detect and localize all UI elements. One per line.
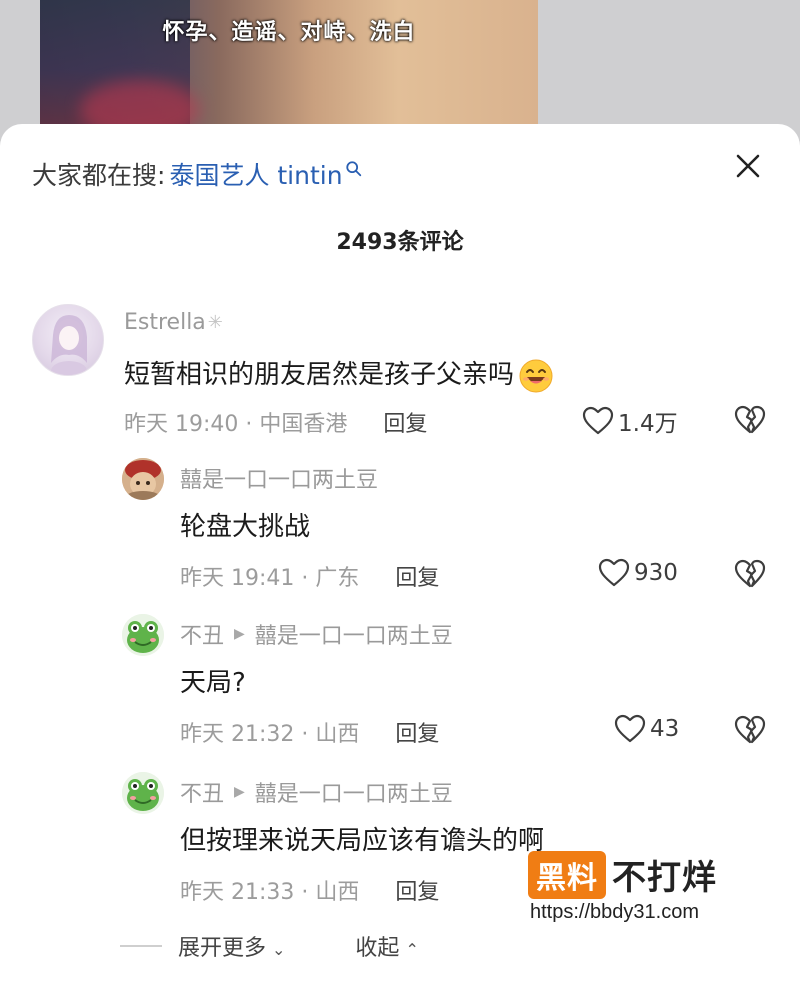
reply-arrow-icon: ▶ [234,626,245,642]
comment-item: Estrella ✳ 短暂相识的朋友居然是孩子父亲吗 昨天 19:40 · 中国… [0,304,800,454]
comment-time-location: 昨天 21:33 · 山西 [180,880,360,905]
like-count: 930 [634,560,678,586]
comment-meta: 昨天 19:41 · 广东 回复 [180,560,439,592]
like-button[interactable]: 43 [614,714,679,744]
comment-count: 2493条评论 [336,230,464,255]
avatar[interactable] [122,614,164,656]
chevron-up-icon: ⌃ [405,940,419,959]
reply-arrow-icon: ▶ [234,784,245,800]
like-button[interactable]: 1.4万 [582,404,678,438]
expand-more-button[interactable]: 展开更多 ⌄ [178,930,285,962]
broken-heart-icon[interactable] [734,404,766,436]
like-button[interactable]: 930 [598,558,678,588]
like-count: 1.4万 [618,411,678,437]
broken-heart-icon[interactable] [734,558,766,590]
heart-icon [598,558,630,587]
chevron-down-icon: ⌄ [272,940,286,959]
video-area: 怀孕、造谣、对峙、洗白 [0,0,800,140]
comment-time-location: 昨天 21:32 · 山西 [180,722,360,747]
trending-search-term[interactable]: 泰国艺人 tintin [169,156,342,192]
watermark-logo: 黑料 不打烊 [528,850,717,899]
search-icon [345,161,361,177]
comment-meta: 昨天 19:40 · 中国香港 回复 [124,406,427,438]
trending-search-prefix: 大家都在搜: [32,161,166,190]
like-count: 43 [650,716,680,742]
watermark-badge: 黑料 [528,850,606,899]
broken-heart-icon[interactable] [734,714,766,746]
comment-author[interactable]: 不丑 ▶ 囍是一口一口两土豆 [180,776,453,808]
avatar-illustration [51,315,87,375]
watermark: 黑料 不打烊 https://bbdy31.com [528,850,717,924]
comment-author[interactable]: Estrella ✳ [124,310,223,335]
reply-to-name: 囍是一口一口两土豆 [254,624,453,649]
divider-dash [120,945,162,947]
reply-button[interactable]: 回复 [395,716,439,748]
comment-time-location: 昨天 19:40 · 中国香港 [124,412,348,437]
watermark-url: https://bbdy31.com [530,901,699,923]
reply-button[interactable]: 回复 [395,874,439,906]
frog-avatar-illustration [122,614,164,656]
sparkle-icon: ✳ [207,312,223,333]
collapse-button[interactable]: 收起 ⌃ [355,930,418,962]
comment-author[interactable]: 囍是一口一口两土豆 [180,462,378,494]
reply-item: 囍是一口一口两土豆 轮盘大挑战 昨天 19:41 · 广东 回复 930 [0,458,800,598]
close-button[interactable] [730,148,766,184]
avatar-illustration [122,458,164,500]
avatar[interactable] [32,304,104,376]
expand-more-label: 展开更多 [178,936,267,961]
comment-meta: 昨天 21:32 · 山西 回复 [180,716,439,748]
comment-meta: 昨天 21:33 · 山西 回复 [180,874,439,906]
comment-time-location: 昨天 19:41 · 广东 [180,566,360,591]
video-player[interactable]: 怀孕、造谣、对峙、洗白 [40,0,538,140]
author-name: 不丑 [180,782,225,807]
reply-button[interactable]: 回复 [383,406,427,438]
comment-text: 短暂相识的朋友居然是孩子父亲吗 [124,354,554,394]
avatar[interactable] [122,458,164,500]
reply-item: 不丑 ▶ 囍是一口一口两土豆 天局? 昨天 21:32 · 山西 回复 43 [0,614,800,754]
reply-to-name: 囍是一口一口两土豆 [254,782,453,807]
avatar[interactable] [122,772,164,814]
comment-text-content: 短暂相识的朋友居然是孩子父亲吗 [124,360,515,390]
comment-text: 轮盘大挑战 [180,512,311,542]
comment-text: 天局? [180,668,246,698]
heart-icon [614,714,646,743]
close-icon [736,154,760,178]
video-caption: 怀孕、造谣、对峙、洗白 [162,20,416,45]
collapse-label: 收起 [355,936,400,961]
watermark-text: 不打烊 [612,858,717,898]
comment-author[interactable]: 不丑 ▶ 囍是一口一口两土豆 [180,618,453,650]
trending-search[interactable]: 大家都在搜: 泰国艺人 tintin [32,156,363,192]
comment-text: 但按理来说天局应该有谵头的啊 [180,826,545,856]
author-name: Estrella [124,310,206,335]
author-name: 不丑 [180,624,225,649]
author-name: 囍是一口一口两土豆 [180,468,379,493]
thread-controls: 展开更多 ⌄ 收起 ⌃ [120,930,419,962]
frog-avatar-illustration [122,772,164,814]
reply-button[interactable]: 回复 [395,560,439,592]
laughing-emoji-icon [519,359,553,392]
heart-icon [582,406,614,435]
